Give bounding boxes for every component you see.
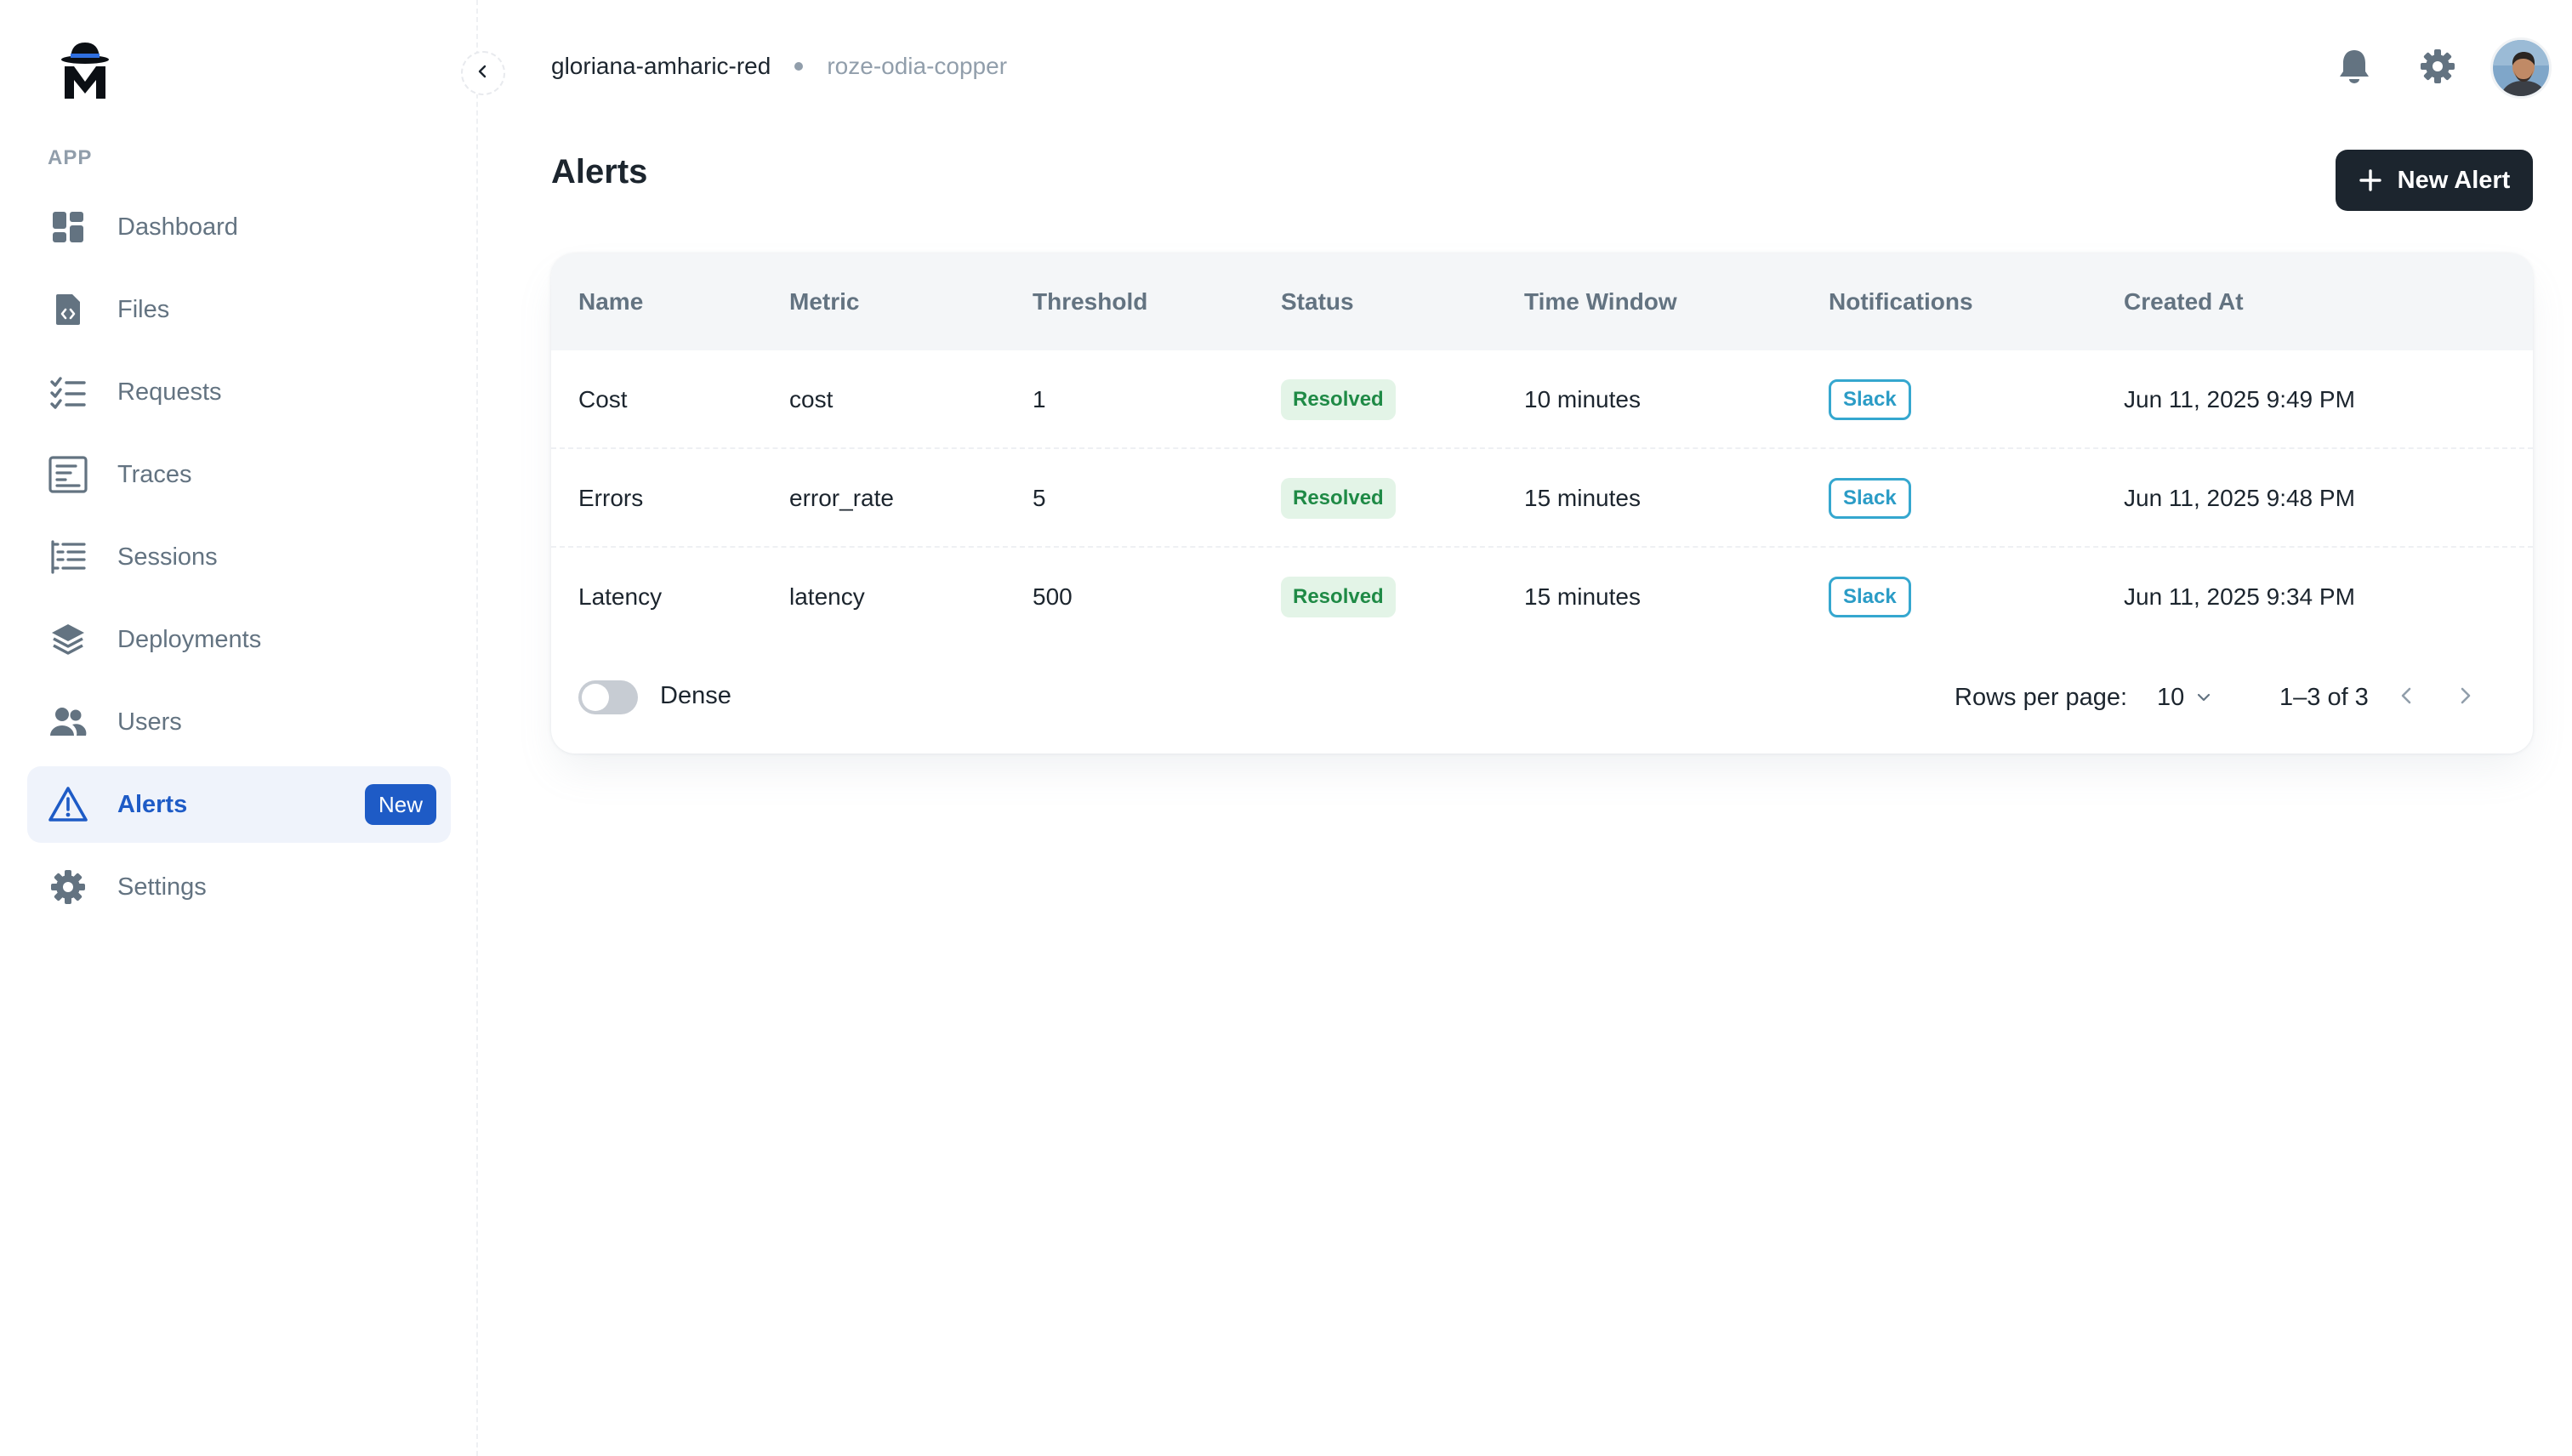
column-header-notifications[interactable]: Notifications bbox=[1829, 288, 1973, 316]
notification-badge: Slack bbox=[1829, 379, 1911, 420]
cell-metric: cost bbox=[789, 386, 834, 412]
new-badge: New bbox=[364, 784, 436, 825]
dense-toggle[interactable] bbox=[578, 680, 638, 714]
cell-notifications: Slack bbox=[1829, 350, 1911, 449]
cell-notifications: Slack bbox=[1829, 449, 1911, 548]
collapse-sidebar-button[interactable] bbox=[461, 51, 505, 95]
new-alert-button[interactable]: New Alert bbox=[2336, 150, 2533, 211]
cell-threshold: 5 bbox=[1033, 485, 1046, 511]
next-page-button[interactable] bbox=[2448, 680, 2482, 714]
column-header-time-window[interactable]: Time Window bbox=[1524, 288, 1677, 316]
chevron-left-icon bbox=[2398, 685, 2416, 710]
table-footer: Dense Rows per page: 10 1–3 of 3 bbox=[551, 646, 2533, 754]
sidebar-item-settings[interactable]: Settings bbox=[27, 849, 451, 925]
sidebar-item-label: Deployments bbox=[117, 625, 262, 653]
cell-metric: error_rate bbox=[789, 485, 894, 511]
file-code-icon bbox=[48, 289, 88, 330]
gear-icon bbox=[48, 867, 88, 907]
breadcrumb-org[interactable]: gloriana-amharic-red bbox=[551, 53, 771, 80]
chevron-right-icon bbox=[2456, 685, 2473, 710]
cell-status: Resolved bbox=[1281, 548, 1396, 646]
cell-name: Errors bbox=[578, 485, 644, 511]
rows-per-page-label: Rows per page: bbox=[1955, 684, 2128, 711]
sidebar-item-deployments[interactable]: Deployments bbox=[27, 601, 451, 678]
users-icon bbox=[48, 702, 88, 742]
page-title: Alerts bbox=[551, 153, 648, 191]
notification-badge: Slack bbox=[1829, 478, 1911, 519]
sidebar-item-label: Settings bbox=[117, 873, 207, 901]
chevron-left-icon bbox=[475, 64, 491, 83]
sidebar-item-sessions[interactable]: Sessions bbox=[27, 519, 451, 595]
breadcrumb-project[interactable]: roze-odia-copper bbox=[827, 53, 1007, 80]
sidebar-item-label: Users bbox=[117, 708, 182, 736]
cell-time-window: 10 minutes bbox=[1524, 386, 1641, 412]
status-badge: Resolved bbox=[1281, 379, 1396, 420]
traces-icon bbox=[48, 454, 88, 495]
cell-name: Cost bbox=[578, 386, 628, 412]
sidebar: APP Dashboard Files Requests Traces Sess… bbox=[0, 0, 478, 1456]
cell-notifications: Slack bbox=[1829, 548, 1911, 646]
app-logo-icon[interactable] bbox=[60, 39, 111, 100]
column-header-threshold[interactable]: Threshold bbox=[1033, 288, 1147, 316]
dense-label: Dense bbox=[660, 682, 731, 709]
column-header-created-at[interactable]: Created At bbox=[2124, 288, 2244, 316]
gear-icon bbox=[2420, 48, 2455, 88]
sidebar-item-traces[interactable]: Traces bbox=[27, 436, 451, 513]
pagination-range: 1–3 of 3 bbox=[2279, 684, 2369, 711]
sidebar-item-dashboard[interactable]: Dashboard bbox=[27, 189, 451, 265]
bell-icon bbox=[2337, 48, 2371, 89]
alerts-table-card: Name Metric Threshold Status Time Window… bbox=[551, 253, 2533, 754]
avatar[interactable] bbox=[2490, 37, 2552, 99]
sidebar-item-alerts[interactable]: Alerts New bbox=[27, 766, 451, 843]
column-header-status[interactable]: Status bbox=[1281, 288, 1354, 316]
cell-metric: latency bbox=[789, 583, 865, 610]
cell-created-at: Jun 11, 2025 9:49 PM bbox=[2124, 386, 2355, 412]
section-label-app: APP bbox=[48, 146, 93, 169]
notifications-button[interactable] bbox=[2332, 46, 2376, 90]
column-header-name[interactable]: Name bbox=[578, 288, 643, 316]
cell-threshold: 1 bbox=[1033, 386, 1046, 412]
breadcrumb-separator bbox=[794, 62, 804, 71]
table-row[interactable]: Cost cost 1 Resolved 10 minutes Slack Ju… bbox=[551, 350, 2533, 449]
cell-time-window: 15 minutes bbox=[1524, 485, 1641, 511]
cell-status: Resolved bbox=[1281, 350, 1396, 449]
rows-per-page-value: 10 bbox=[2157, 683, 2185, 711]
sidebar-item-label: Requests bbox=[117, 378, 222, 406]
sidebar-item-requests[interactable]: Requests bbox=[27, 354, 451, 430]
cell-name: Latency bbox=[578, 583, 663, 610]
previous-page-button[interactable] bbox=[2390, 680, 2424, 714]
column-header-metric[interactable]: Metric bbox=[789, 288, 859, 316]
cell-threshold: 500 bbox=[1033, 583, 1073, 610]
sidebar-item-users[interactable]: Users bbox=[27, 684, 451, 760]
toggle-knob bbox=[582, 684, 609, 711]
layers-icon bbox=[48, 619, 88, 660]
new-alert-label: New Alert bbox=[2397, 166, 2511, 194]
dashboard-icon bbox=[48, 207, 88, 247]
status-badge: Resolved bbox=[1281, 577, 1396, 617]
breadcrumb: gloriana-amharic-red roze-odia-copper bbox=[551, 53, 1007, 80]
alert-triangle-icon bbox=[48, 784, 88, 825]
cell-time-window: 15 minutes bbox=[1524, 583, 1641, 610]
cell-created-at: Jun 11, 2025 9:34 PM bbox=[2124, 583, 2355, 610]
plus-icon bbox=[2359, 168, 2382, 192]
table-row[interactable]: Errors error_rate 5 Resolved 15 minutes … bbox=[551, 449, 2533, 548]
sidebar-item-label: Files bbox=[117, 295, 170, 323]
cell-created-at: Jun 11, 2025 9:48 PM bbox=[2124, 485, 2355, 511]
chevron-down-icon bbox=[2196, 690, 2211, 705]
sidebar-item-label: Traces bbox=[117, 460, 192, 488]
sidebar-nav: Dashboard Files Requests Traces Sessions… bbox=[27, 189, 451, 931]
table-header: Name Metric Threshold Status Time Window… bbox=[551, 253, 2533, 350]
sidebar-item-label: Alerts bbox=[117, 790, 188, 818]
checklist-icon bbox=[48, 372, 88, 412]
settings-button[interactable] bbox=[2416, 46, 2460, 90]
status-badge: Resolved bbox=[1281, 478, 1396, 519]
sidebar-item-label: Sessions bbox=[117, 543, 218, 571]
sessions-list-icon bbox=[48, 537, 88, 577]
cell-status: Resolved bbox=[1281, 449, 1396, 548]
notification-badge: Slack bbox=[1829, 577, 1911, 617]
sidebar-item-files[interactable]: Files bbox=[27, 271, 451, 348]
rows-per-page-select[interactable]: 10 bbox=[2157, 680, 2211, 714]
sidebar-item-label: Dashboard bbox=[117, 213, 238, 241]
table-row[interactable]: Latency latency 500 Resolved 15 minutes … bbox=[551, 548, 2533, 646]
